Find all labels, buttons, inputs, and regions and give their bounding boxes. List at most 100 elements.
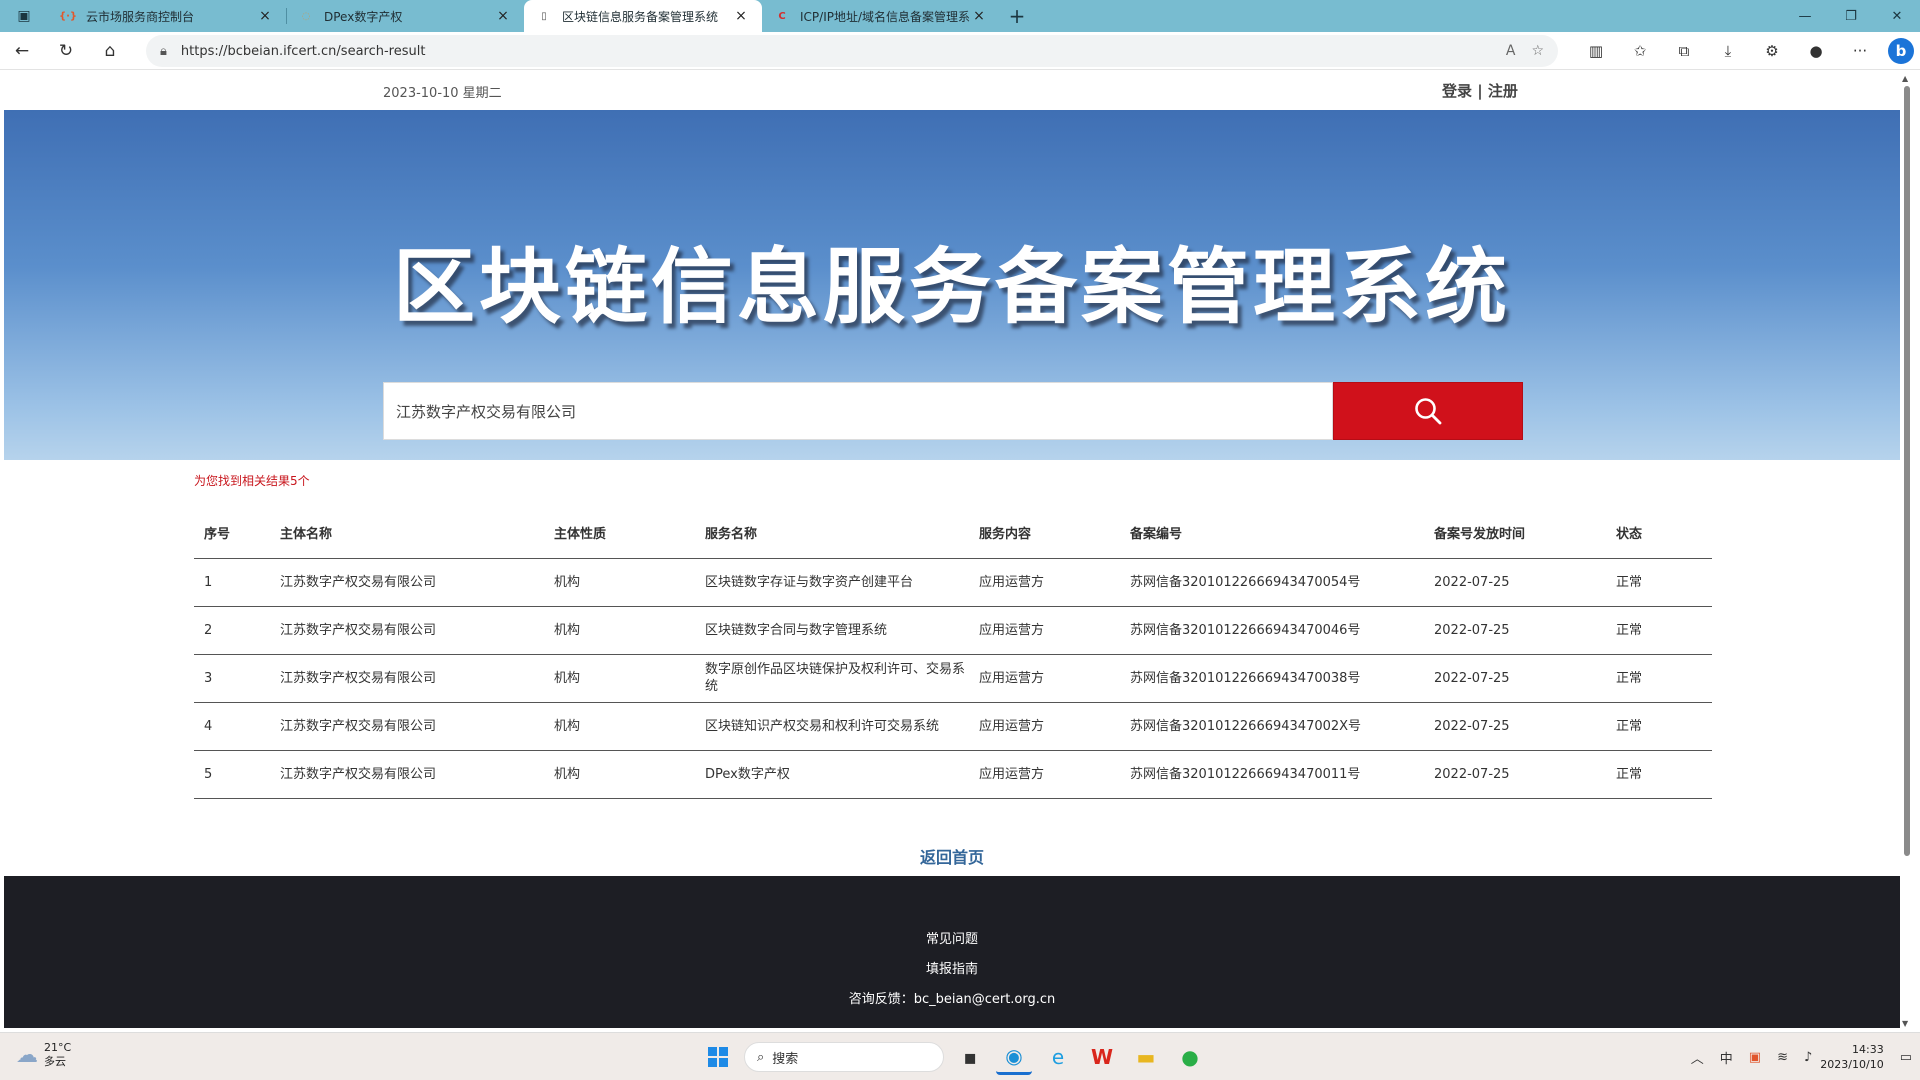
weather-text: 21°C 多云 [44,1041,71,1069]
tab-title: 区块链信息服务备案管理系统 [562,9,719,24]
cell-entity-type: 机构 [544,606,695,655]
wechat-icon[interactable]: ● [1172,1039,1208,1075]
faq-link[interactable]: 常见问题 [4,928,1900,947]
back-home-link[interactable]: 返回首页 [4,844,1900,868]
cell-status: 正常 [1606,654,1712,703]
system-tray: ︿ 中 ▣ ≋ ♪ 14:33 2023/10/10 ▭ [1683,1033,1920,1080]
scroll-down-icon[interactable]: ▼ [1902,1019,1908,1028]
new-tab-icon[interactable]: + [1000,0,1034,32]
column-header: 主体性质 [544,508,695,559]
collections-icon[interactable]: ⧉ [1662,32,1706,70]
search-button[interactable] [1333,382,1523,440]
login-register-link[interactable]: 登录 | 注册 [1442,80,1518,101]
web-page: 2023-10-10 星期二 登录 | 注册 区块链信息服务备案管理系统 为您找… [4,70,1900,1028]
result-count: 为您找到相关结果5个 [194,474,310,488]
minimize-icon[interactable]: — [1782,0,1828,32]
tab-close-icon[interactable]: × [732,8,750,24]
browser-tab[interactable]: {·} 云市场服务商控制台 × [48,0,286,32]
guide-link[interactable]: 填报指南 [4,958,1900,977]
address-bar[interactable]: 🔒︎ https://bcbeian.ifcert.cn/search-resu… [146,35,1558,67]
tab-favicon-icon: C [778,10,786,22]
favorite-star-icon[interactable]: ☆ [1531,43,1544,59]
column-header: 备案编号 [1120,508,1424,559]
wifi-icon[interactable]: ≋ [1777,1050,1788,1065]
wps-office-icon[interactable]: W [1084,1039,1120,1075]
toolbar-right-actions: ▥ ✩ ⧉ ⤓ ⚙ ● ··· b [1574,32,1920,70]
windows-logo-icon [708,1047,728,1067]
service-name-text: 区块链知识产权交易和权利许可交易系统 [705,718,940,734]
page-footer: 常见问题 填报指南 咨询反馈：bc_beian@cert.org.cn [4,876,1900,1028]
favorites-icon[interactable]: ✩ [1618,32,1662,70]
tab-title: ICP/IP地址/域名信息备案管理系统 [800,9,970,24]
page-scrollbar[interactable]: ▲ ▼ [1902,74,1912,1028]
bing-copilot-icon[interactable]: b [1888,38,1914,64]
refresh-icon[interactable]: ↻ [44,32,88,70]
restore-icon[interactable]: ❐ [1828,0,1874,32]
browser-tab-active[interactable]: ▯ 区块链信息服务备案管理系统 × [524,0,762,32]
downloads-icon[interactable]: ⤓ [1706,32,1750,70]
cell-entity-name: 江苏数字产权交易有限公司 [270,750,544,799]
cell-issue-date: 2022-07-25 [1424,702,1606,751]
split-screen-icon[interactable]: ▥ [1574,32,1618,70]
tab-favicon-icon: ▯ [541,10,547,22]
system-clock[interactable]: 14:33 2023/10/10 [1820,1042,1883,1072]
tab-close-icon[interactable]: × [970,8,988,24]
tray-chevron-icon[interactable]: ︿ [1691,1048,1704,1067]
tab-close-icon[interactable]: × [256,8,274,24]
service-name-text: 区块链数字合同与数字管理系统 [705,622,888,638]
cell-service-content: 应用运营方 [969,750,1120,799]
cell-entity-type: 机构 [544,654,695,703]
edge-browser-icon[interactable]: ◉ [996,1039,1032,1075]
start-button[interactable] [700,1039,736,1075]
table-row: 1 江苏数字产权交易有限公司 机构 区块链数字存证与数字资产创建平台 应用运营方… [194,558,1712,607]
file-explorer-icon[interactable]: ▬ [1128,1039,1164,1075]
service-name-text: 区块链数字存证与数字资产创建平台 [705,574,914,590]
notification-icon[interactable]: ▭ [1900,1050,1912,1065]
table-row: 5 江苏数字产权交易有限公司 机构 DPex数字产权 应用运营方 苏网信备320… [194,750,1712,799]
cell-service-content: 应用运营方 [969,558,1120,607]
input-method-icon[interactable]: 中 [1720,1048,1733,1067]
cell-index: 2 [194,606,270,655]
taskbar-search[interactable]: ⌕ 搜索 [744,1042,944,1072]
tab-close-icon[interactable]: × [494,8,512,24]
close-window-icon[interactable]: ✕ [1874,0,1920,32]
browser-tab[interactable]: C ICP/IP地址/域名信息备案管理系统 × [762,0,1000,32]
service-name-text: DPex数字产权 [705,766,790,782]
extensions-icon[interactable]: ⚙ [1750,32,1794,70]
column-header: 服务内容 [969,508,1120,559]
ie-browser-icon[interactable]: e [1040,1039,1076,1075]
wps-tray-icon[interactable]: ▣ [1749,1050,1761,1065]
search-input-wrapper[interactable] [383,382,1333,440]
sound-icon[interactable]: ♪ [1804,1050,1812,1065]
tab-actions-icon[interactable]: ▣ [0,0,48,32]
cell-service-name: 区块链数字存证与数字资产创建平台 [695,558,969,607]
cell-filing-number: 苏网信备32010122666943470038号 [1120,654,1424,703]
cell-status: 正常 [1606,750,1712,799]
back-icon[interactable]: ← [0,32,44,70]
weather-widget[interactable]: ☁ 21°C 多云 [16,1041,71,1069]
lock-icon[interactable]: 🔒︎ [160,44,167,59]
cell-service-content: 应用运营方 [969,654,1120,703]
browser-tab[interactable]: ◌ DPex数字产权 × [286,0,524,32]
profile-avatar-icon[interactable]: ● [1794,32,1838,70]
windows-taskbar: ☁ 21°C 多云 ⌕ 搜索 ▪ ◉ e W ▬ ● ︿ 中 ▣ ≋ ♪ 14:… [0,1032,1920,1080]
address-url[interactable]: https://bcbeian.ifcert.cn/search-result [181,44,1490,59]
cell-status: 正常 [1606,702,1712,751]
table-header-row: 序号 主体名称 主体性质 服务名称 服务内容 备案编号 备案号发放时间 状态 [194,508,1712,559]
tab-title: DPex数字产权 [324,9,403,24]
more-menu-icon[interactable]: ··· [1838,32,1882,70]
home-icon[interactable]: ⌂ [88,32,132,70]
service-name-text: 数字原创作品区块链保护及权利许可、交易系统 [705,662,966,694]
cell-service-content: 应用运营方 [969,606,1120,655]
cell-issue-date: 2022-07-25 [1424,558,1606,607]
cell-index: 5 [194,750,270,799]
weather-desc: 多云 [44,1055,66,1068]
page-top-bar: 2023-10-10 星期二 登录 | 注册 [4,70,1900,110]
read-aloud-icon[interactable]: A [1506,43,1516,59]
column-header: 主体名称 [270,508,544,559]
scroll-up-icon[interactable]: ▲ [1902,74,1908,83]
task-view-icon[interactable]: ▪ [952,1039,988,1075]
cell-entity-name: 江苏数字产权交易有限公司 [270,654,544,703]
scrollbar-thumb[interactable] [1904,86,1910,856]
search-input[interactable] [396,402,1332,420]
